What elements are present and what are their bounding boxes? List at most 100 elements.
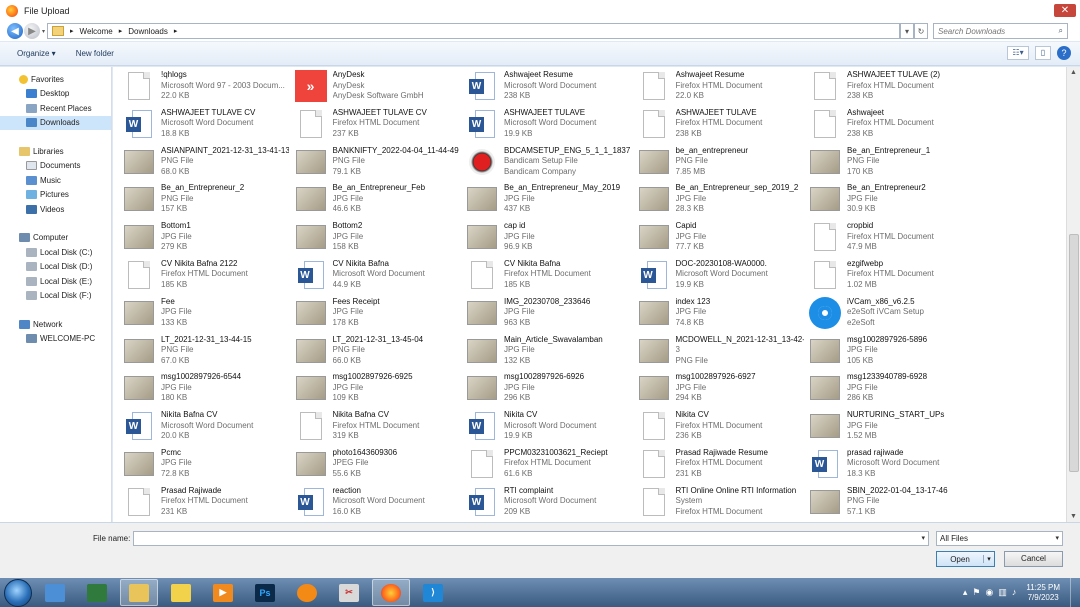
taskbar-explorer[interactable] [120,579,158,606]
file-item[interactable]: Prasad Rajiwade Firefox HTML Document 231 … [123,486,295,522]
breadcrumb-separator[interactable]: ▸ [119,27,123,35]
taskbar-control-panel[interactable] [36,579,74,606]
organize-button[interactable]: Organize ▾ [17,49,56,58]
file-item[interactable]: Be_an_Entrepreneur_sep_2019_2 JPG File 28.… [638,183,810,221]
nav-pictures[interactable]: Pictures [0,188,111,203]
address-bar[interactable]: ▸ Welcome ▸ Downloads ▸ [47,23,901,39]
file-item[interactable]: msg1002897926-6927 JPG File 294 KB [638,372,810,410]
file-item[interactable]: ASIANPAINT_2021-12-31_13-41-13 PNG File 68… [123,146,295,184]
address-dropdown[interactable]: ▾ [900,23,915,39]
chevron-down-icon[interactable]: ▾ [921,534,925,542]
file-item[interactable]: LT_2021-12-31_13-45-04 PNG File 66.0 KB [295,335,467,373]
network-icon[interactable]: ▥ [998,587,1007,598]
taskbar-media-player[interactable]: ▶ [204,579,242,606]
breadcrumb-downloads[interactable]: Downloads [128,27,168,36]
file-item[interactable]: W ASHWAJEET TULAVE CV Microsoft Word Docum… [123,108,295,146]
nav-desktop[interactable]: Desktop [0,87,111,102]
show-hidden-icons[interactable]: ▴ [963,587,968,598]
file-item[interactable]: Pcmc JPG File 72.8 KB [123,448,295,486]
help-icon[interactable]: ? [1057,46,1071,60]
file-item[interactable]: Nikita CV Firefox HTML Document 236 KB [638,410,810,448]
file-type-select[interactable]: All Files ▾ [936,531,1063,546]
file-item[interactable]: PPCM03231003621_Reciept Firefox HTML Docu… [466,448,638,486]
taskbar-monitor[interactable] [78,579,116,606]
file-item[interactable]: msg1002897926-6925 JPG File 109 KB [295,372,467,410]
breadcrumb-separator[interactable]: ▸ [70,27,74,35]
show-desktop-button[interactable] [1070,578,1080,607]
file-item[interactable]: Main_Article_Swavalamban JPG File 132 KB [466,335,638,373]
nav-local-disk-e[interactable]: Local Disk (E:) [0,274,111,289]
nav-documents[interactable]: Documents [0,159,111,174]
taskbar-vscode[interactable]: ⟩ [414,579,452,606]
nav-computer[interactable]: Computer [0,231,111,246]
file-item[interactable]: Be_an_Entrepreneur2 JPG File 30.9 KB [809,183,981,221]
forward-button[interactable]: ▶ [24,23,40,39]
file-item[interactable]: Capid JPG File 77.7 KB [638,221,810,259]
nav-favorites[interactable]: Favorites [0,72,111,87]
recent-locations-dropdown[interactable]: ▾ [42,28,45,35]
back-button[interactable]: ◀ [7,23,23,39]
file-item[interactable]: MCDOWELL_N_2021-12-31_13-42-1 3 PNG File [638,335,810,373]
chevron-down-icon[interactable]: ▾ [1055,534,1059,542]
volume-icon[interactable]: ♪ [1012,587,1017,598]
nav-network[interactable]: Network [0,317,111,332]
file-item[interactable]: W Nikita Bafna CV Microsoft Word Document 2… [123,410,295,448]
file-item[interactable]: cropbid Firefox HTML Document 47.9 MB [809,221,981,259]
open-button[interactable]: Open ▾ [936,551,995,567]
file-item[interactable]: Bottom2 JPG File 158 KB [295,221,467,259]
file-item[interactable]: W ASHWAJEET TULAVE Microsoft Word Document… [466,108,638,146]
file-item[interactable]: Be_an_Entrepreneur_1 PNG File 170 KB [809,146,981,184]
file-item[interactable]: Nikita Bafna CV Firefox HTML Document 319 … [295,410,467,448]
file-item[interactable]: Prasad Rajiwade Resume Firefox HTML Docum… [638,448,810,486]
close-button[interactable]: ✕ [1054,4,1076,17]
taskbar-notes[interactable] [162,579,200,606]
taskbar-snipping-tool[interactable]: ✂ [330,579,368,606]
file-item[interactable]: ASHWAJEET TULAVE (2) Firefox HTML Documen… [809,70,981,108]
file-item[interactable]: » AnyDesk AnyDesk AnyDesk Software GmbH [294,70,467,108]
refresh-button[interactable]: ↻ [914,23,929,39]
file-item[interactable]: W Nikita CV Microsoft Word Document 19.9 KB [466,410,638,448]
nav-recent-places[interactable]: Recent Places [0,101,111,116]
nav-music[interactable]: Music [0,173,111,188]
scrollbar-thumb[interactable] [1069,234,1079,472]
file-item[interactable]: Ashwajeet Resume Firefox HTML Document 22.… [638,70,810,108]
file-item[interactable]: be_an_entrepreneur PNG File 7.85 MB [638,146,810,184]
file-item[interactable]: Wreaction Microsoft Word Document 16.0 KB [295,486,467,522]
file-item[interactable]: !qhlogs Microsoft Word 97 - 2003 Docum...… [123,70,295,108]
taskbar-firefox[interactable] [372,579,410,606]
file-item[interactable]: msg1002897926-6544 JPG File 180 KB [123,372,295,410]
breadcrumb-welcome[interactable]: Welcome [80,27,113,36]
file-item[interactable]: CV Nikita Bafna Firefox HTML Document 185 … [466,259,638,297]
antivirus-icon[interactable]: ◉ [985,587,993,598]
file-name-input[interactable]: ▾ [133,531,929,546]
file-item[interactable]: photo1643609306 JPEG File 55.6 KB [295,448,467,486]
file-item[interactable]: Be_an_Entrepreneur_May_2019 JPG File 437 K… [466,183,638,221]
file-item[interactable]: ezgifwebp Firefox HTML Document 1.02 MB [809,259,981,297]
file-item[interactable]: Fees Receipt JPG File 178 KB [295,297,467,335]
scroll-down-icon[interactable]: ▼ [1070,513,1077,520]
file-item[interactable]: CV Nikita Bafna 2122 Firefox HTML Documen… [123,259,295,297]
file-item[interactable]: iVCam_x86_v6.2.5 e2eSoft iVCam Setup e2eSo… [809,296,981,335]
cancel-button[interactable]: Cancel [1004,551,1063,567]
file-item[interactable]: NURTURING_START_UPs JPG File 1.52 MB [809,410,981,448]
flag-icon[interactable]: ⚑ [972,587,980,598]
preview-pane-icon[interactable]: ▯ [1035,46,1051,60]
file-item[interactable]: ASHWAJEET TULAVE Firefox HTML Document 238… [638,108,810,146]
clock[interactable]: 11:25 PM 7/9/2023 [1026,583,1060,603]
file-item[interactable]: Wprasad rajiwade Microsoft Word Document 1… [809,448,981,486]
file-item[interactable]: Be_an_Entrepreneur_Feb JPG File 46.6 KB [295,183,467,221]
nav-videos[interactable]: Videos [0,202,111,217]
file-item[interactable]: Fee JPG File 133 KB [123,297,295,335]
file-item[interactable]: Be_an_Entrepreneur_2 PNG File 157 KB [123,183,295,221]
file-item[interactable]: BDCAMSETUP_ENG_5_1_1_1837 Bandicam Setup … [466,146,638,184]
nav-downloads[interactable]: Downloads [0,115,111,130]
file-item[interactable]: W CV Nikita Bafna Microsoft Word Document 4… [295,259,467,297]
file-item[interactable]: msg1002897926-5896 JPG File 105 KB [809,335,981,373]
file-item[interactable]: W Ashwajeet Resume Microsoft Word Document… [466,70,638,108]
nav-local-disk-c[interactable]: Local Disk (C:) [0,245,111,260]
file-item[interactable]: W RTI complaint Microsoft Word Document 209… [466,486,638,522]
search-input[interactable]: Search Downloads ⌕ [933,23,1069,39]
breadcrumb-separator[interactable]: ▸ [174,27,178,35]
file-item[interactable]: LT_2021-12-31_13-44-15 PNG File 67.0 KB [123,335,295,373]
file-item[interactable]: Ashwajeet Firefox HTML Document 238 KB [809,108,981,146]
